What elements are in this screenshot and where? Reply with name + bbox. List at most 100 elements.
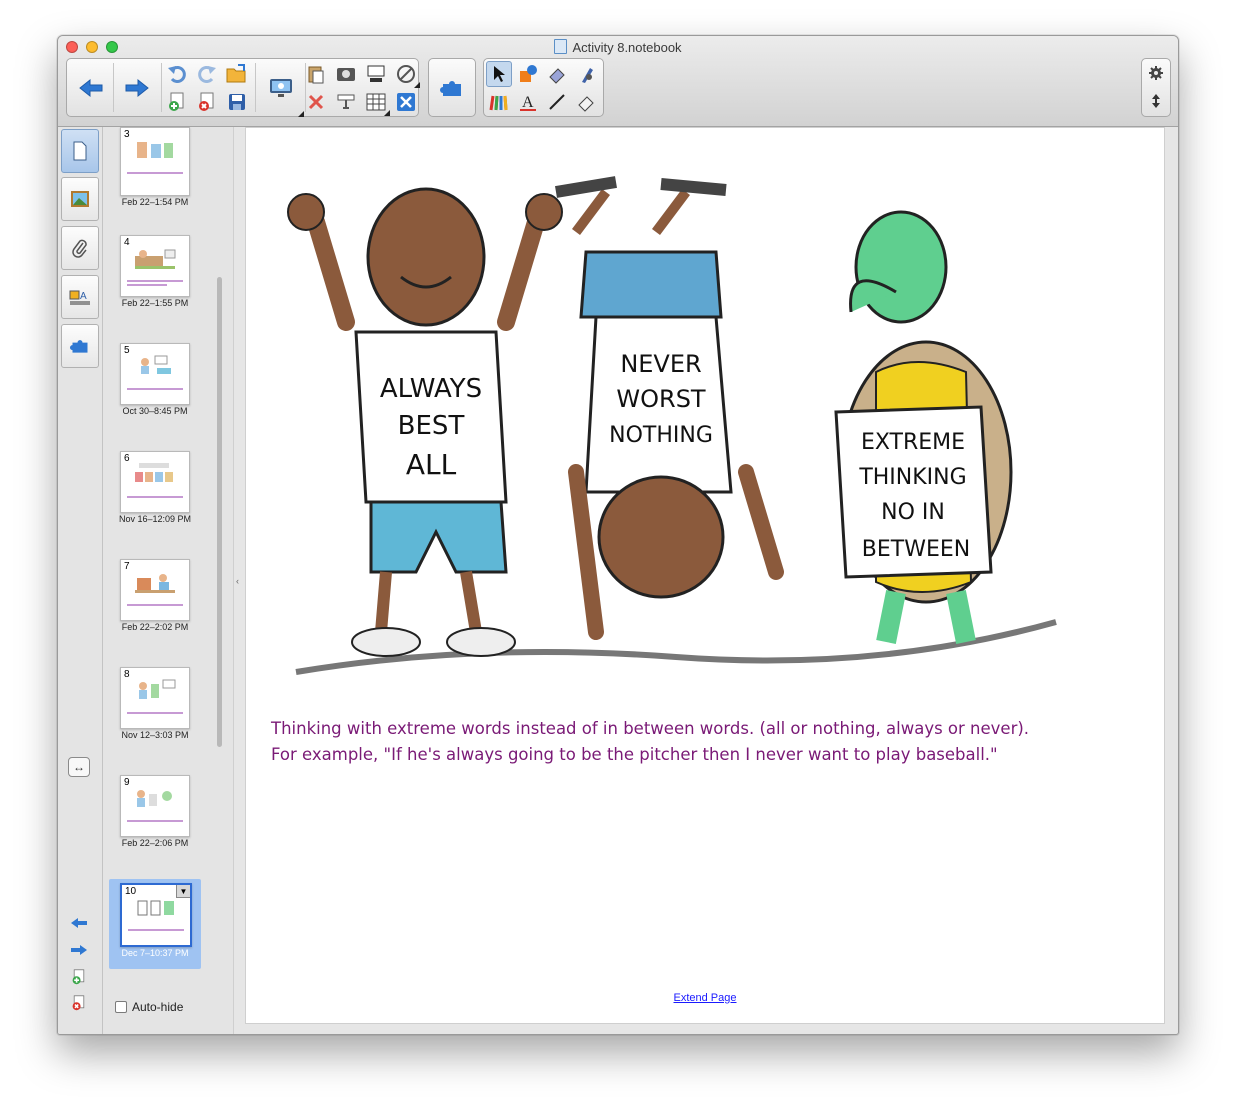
line-tool-button[interactable] <box>544 89 570 115</box>
slide-thumbnail[interactable]: 8 Nov 12–3:03 PM <box>109 667 201 757</box>
gallery-icon <box>71 191 89 207</box>
thumbnail-image: 8 <box>120 667 190 729</box>
text-icon: A <box>520 94 536 111</box>
slide-number: 6 <box>124 453 130 464</box>
toolbar-expand-button[interactable] <box>1143 88 1169 114</box>
sidebar-splitter[interactable]: ‹ <box>236 576 239 586</box>
cartoon-illustration: ALWAYS BEST ALL NEVER WORST NOTHING EXTR… <box>287 176 1057 675</box>
save-icon <box>229 94 245 110</box>
delete-button[interactable] <box>303 89 329 115</box>
sidebar-resize-button[interactable]: ↔ <box>68 757 90 777</box>
eraser2-icon <box>578 96 594 112</box>
svg-text:A: A <box>80 291 87 302</box>
eraser-icon <box>549 68 565 84</box>
page-sorter-list: 3 Feb 22–1:54 PM 4 Feb 22–1:55 PM 5 Oct … <box>103 127 222 995</box>
auto-hide-checkbox[interactable]: Auto-hide <box>115 1000 183 1014</box>
slide-menu-button[interactable]: ▼ <box>176 885 190 898</box>
back-icon <box>71 918 87 928</box>
display-button[interactable] <box>259 59 304 117</box>
shirt2-line1: NEVER <box>620 350 701 378</box>
paste-button[interactable] <box>303 61 329 87</box>
undo-icon <box>168 66 186 83</box>
eraser2-tool-button[interactable] <box>573 89 599 115</box>
page-sorter-scrollbar[interactable] <box>217 277 222 747</box>
slide-date: Nov 12–3:03 PM <box>121 730 189 740</box>
checkbox-box[interactable] <box>115 1001 127 1013</box>
document-icon <box>554 39 568 54</box>
eraser-tool-button[interactable] <box>544 61 570 87</box>
tab-add-ons[interactable] <box>61 324 99 368</box>
slide-thumbnail[interactable]: 5 Oct 30–8:45 PM <box>109 343 201 433</box>
slide-date: Feb 22–2:06 PM <box>121 838 189 848</box>
thumbnail-image: 7 <box>120 559 190 621</box>
add-ons-button[interactable] <box>430 59 474 116</box>
kid-never-worst-nothing: NEVER WORST NOTHING <box>555 176 784 640</box>
slide-thumbnail[interactable]: 9 Feb 22–2:06 PM <box>109 775 201 865</box>
line-icon <box>549 94 565 110</box>
thumbnail-caption <box>128 929 184 931</box>
add-page-button[interactable] <box>70 969 88 985</box>
screen-shade-button[interactable] <box>363 61 389 87</box>
settings-button[interactable] <box>1143 60 1169 86</box>
save-button[interactable] <box>224 89 250 115</box>
forward-icon <box>71 945 87 955</box>
thumbnail-caption <box>127 712 183 714</box>
previous-page-button[interactable] <box>70 915 88 931</box>
tab-attachments[interactable] <box>61 226 99 270</box>
delete-page-button[interactable] <box>194 89 220 115</box>
document-camera-button[interactable] <box>333 89 359 115</box>
slide-thumbnail[interactable]: 4 Feb 22–1:55 PM <box>109 235 201 325</box>
tab-page-sorter[interactable] <box>61 129 99 173</box>
forward-button[interactable] <box>115 59 159 116</box>
tools-button[interactable] <box>393 61 420 88</box>
thumbnail-caption <box>127 496 183 498</box>
select-icon <box>494 66 505 82</box>
magic-pen-button[interactable] <box>573 61 599 87</box>
next-page-button[interactable] <box>70 942 88 958</box>
tab-gallery[interactable] <box>61 177 99 221</box>
shirt2-line2: WORST <box>616 385 706 413</box>
slide-thumbnail[interactable]: 6 Nov 16–12:09 PM <box>109 451 201 541</box>
slide-thumbnail[interactable]: 7 Feb 22–2:02 PM <box>109 559 201 649</box>
undo-button[interactable] <box>164 61 190 87</box>
shapes-tool-button[interactable] <box>515 61 541 87</box>
back-icon <box>79 78 103 97</box>
thumbnail-image: 4 <box>120 235 190 297</box>
select-tool-button[interactable] <box>486 61 512 87</box>
shirt1-line2: BEST <box>398 411 465 441</box>
tab-properties[interactable]: A <box>61 275 99 319</box>
redo-button[interactable] <box>194 61 220 87</box>
open-file-button[interactable] <box>224 61 250 87</box>
pens-tool-button[interactable] <box>486 89 512 115</box>
table-button[interactable] <box>363 89 390 116</box>
slide-number: 4 <box>124 237 130 248</box>
shirt1-line3: ALL <box>406 448 457 481</box>
slide-number: 9 <box>124 777 130 788</box>
slide-thumbnail-current[interactable]: 10 ▼ Dec 7–10:37 PM <box>109 879 201 969</box>
page-canvas[interactable]: ALWAYS BEST ALL NEVER WORST NOTHING EXTR… <box>245 127 1165 1024</box>
back-button[interactable] <box>69 59 113 116</box>
delete-page-button[interactable] <box>70 995 88 1011</box>
close-button[interactable] <box>393 89 419 115</box>
sign-line4: BETWEEN <box>862 537 970 562</box>
forward-icon <box>125 78 149 97</box>
slide-number: 5 <box>124 345 130 356</box>
tools-icon <box>397 65 415 83</box>
attachments-icon <box>72 239 87 258</box>
page-caption[interactable]: Thinking with extreme words instead of i… <box>271 716 1029 768</box>
text-tool-button[interactable]: A <box>515 89 541 115</box>
extend-page-link[interactable]: Extend Page <box>246 992 1164 1004</box>
slide-date: Nov 16–12:09 PM <box>118 514 192 524</box>
dropdown-indicator <box>384 110 390 116</box>
screen-capture-button[interactable] <box>333 61 359 87</box>
screen-capture-icon <box>337 68 355 81</box>
separator <box>255 63 256 112</box>
add-page-button[interactable] <box>164 89 190 115</box>
add-page-icon <box>169 92 184 111</box>
magic-pen-icon <box>582 68 593 83</box>
slide-date: Oct 30–8:45 PM <box>122 406 188 416</box>
slide-number: 8 <box>124 669 130 680</box>
slide-thumbnail[interactable]: 3 Feb 22–1:54 PM <box>109 127 201 224</box>
shirt2-line3: NOTHING <box>609 423 713 448</box>
paste-icon <box>308 66 324 84</box>
